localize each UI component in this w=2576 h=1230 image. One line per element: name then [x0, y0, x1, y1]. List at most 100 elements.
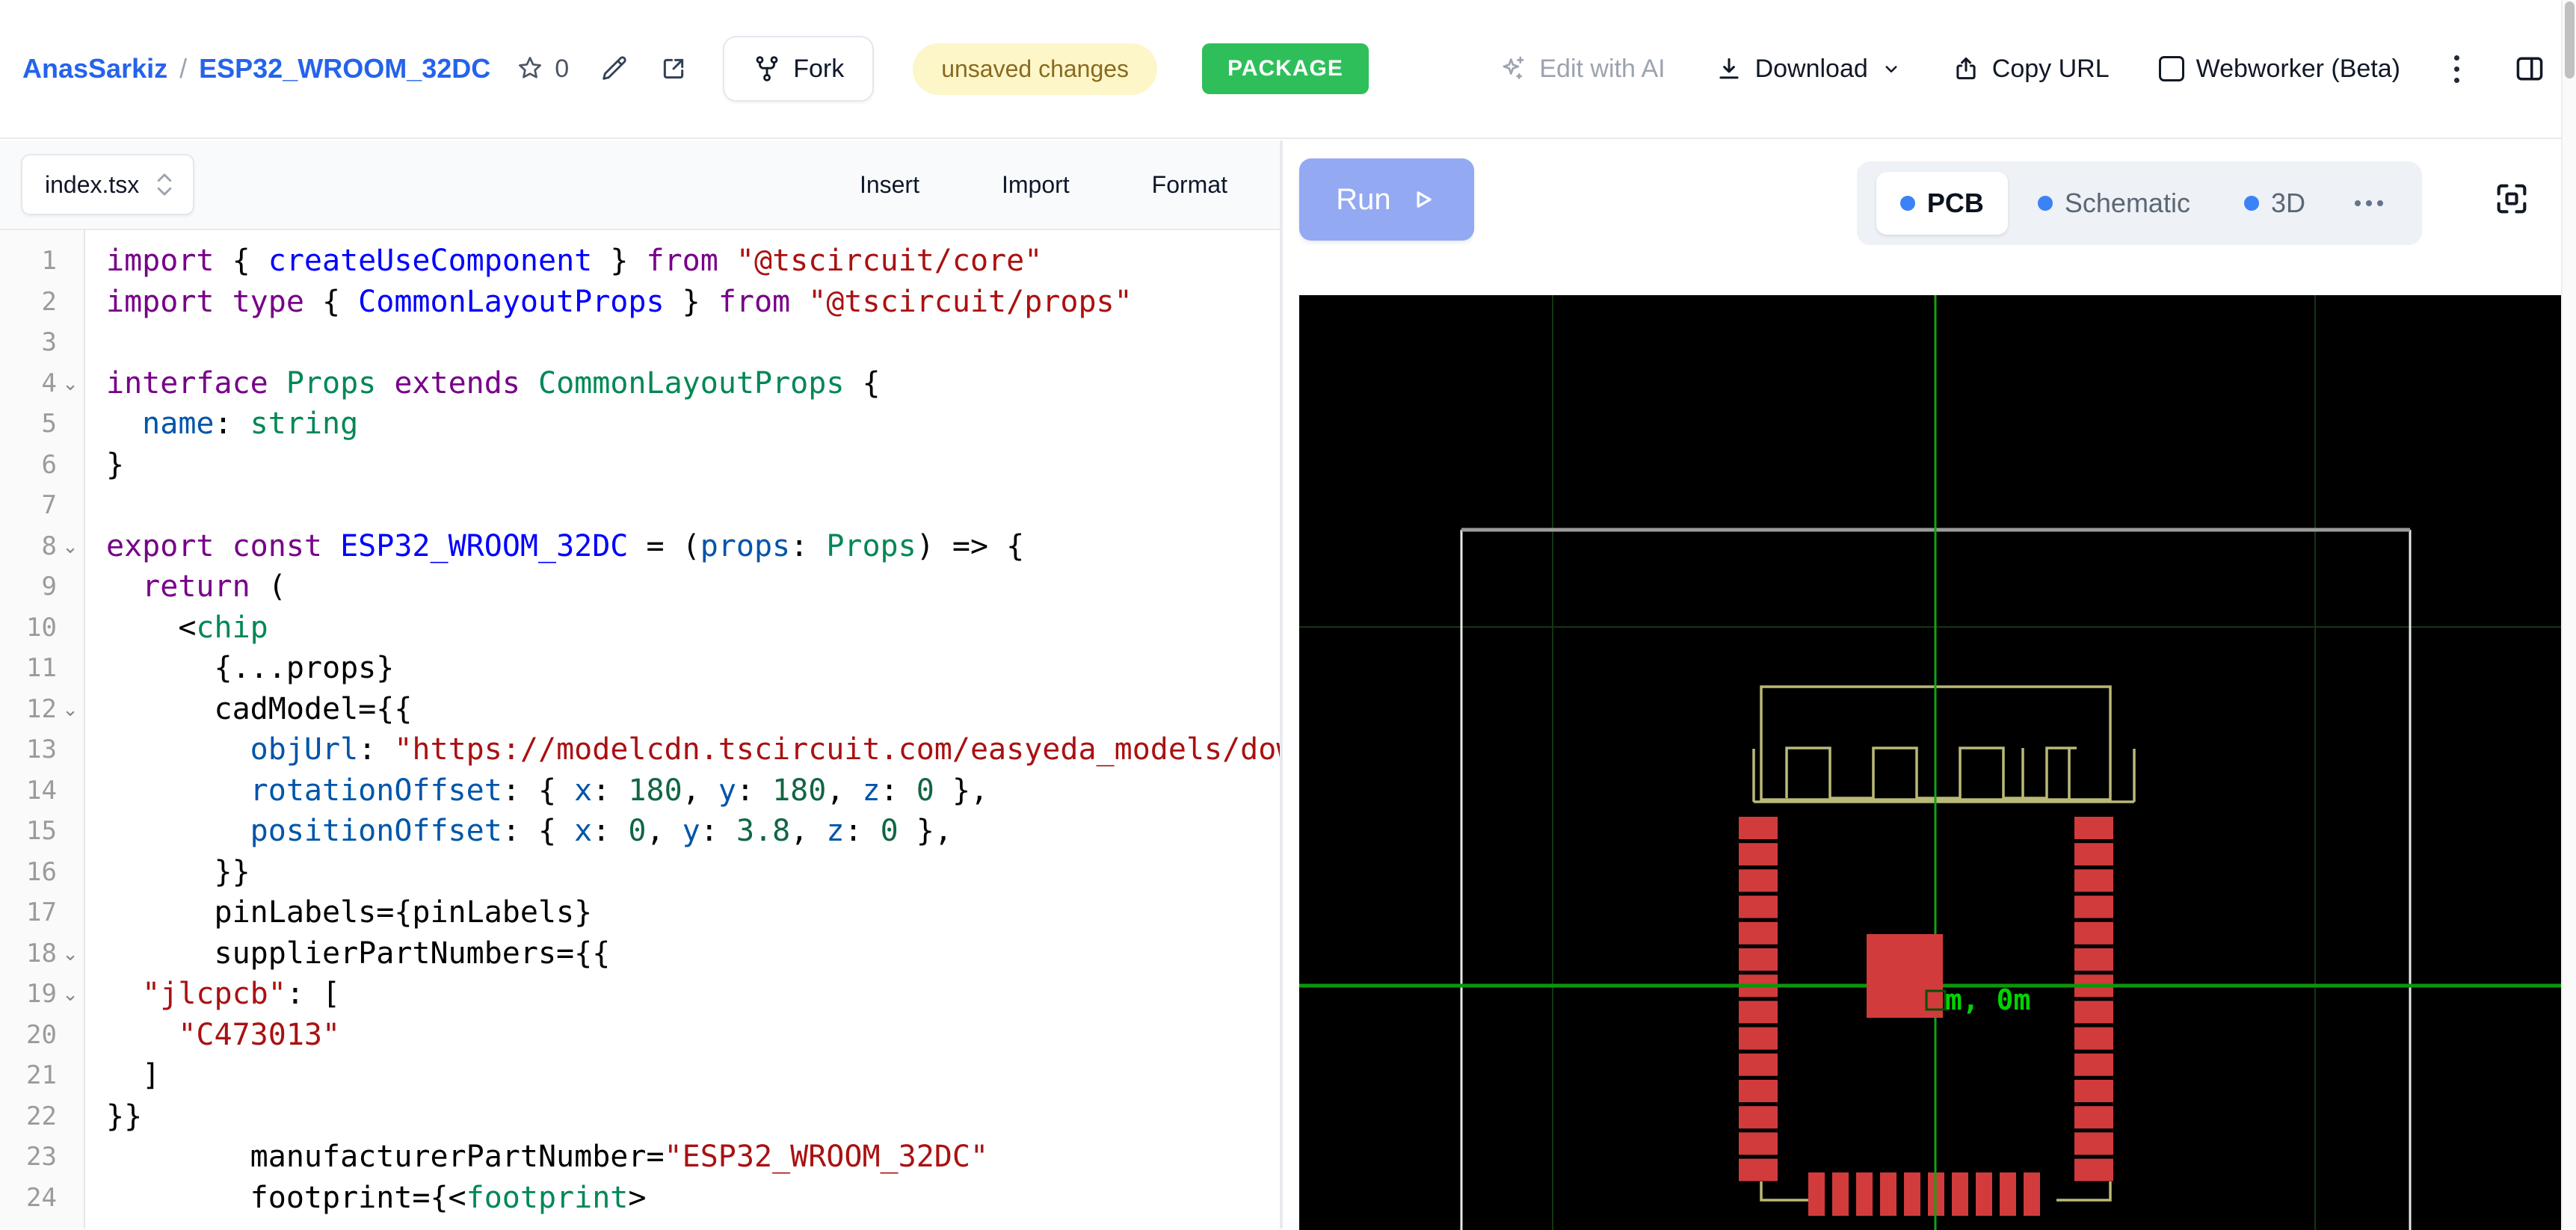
code-line[interactable]: 20 "C473013" — [0, 1015, 1280, 1056]
file-selector[interactable]: index.tsx — [21, 154, 194, 215]
line-number-gutter: 11 — [0, 648, 84, 689]
preview-panel: Run PCB Schematic 3D m, 0m — [1283, 140, 2561, 1229]
code-line[interactable]: 24 footprint={<footprint> — [0, 1178, 1280, 1219]
run-button[interactable]: Run — [1299, 158, 1474, 241]
pcb-canvas[interactable]: m, 0m — [1299, 295, 2561, 1230]
code-line[interactable]: 16 }} — [0, 852, 1280, 893]
line-number-gutter: 14 — [0, 770, 84, 812]
open-share-button[interactable] — [659, 54, 688, 84]
code-line[interactable]: 14 rotationOffset: { x: 180, y: 180, z: … — [0, 770, 1280, 812]
breadcrumb: AnasSarkiz / ESP32_WROOM_32DC — [22, 53, 490, 84]
pcb-pad-right — [2074, 948, 2113, 971]
code-editor-panel: index.tsx Insert Import Format 1import {… — [0, 140, 1280, 1229]
pcb-pad-right — [2074, 896, 2113, 918]
code-line[interactable]: 17 pinLabels={pinLabels} — [0, 892, 1280, 933]
pcb-pad-right — [2074, 1132, 2113, 1155]
edit-with-ai-button[interactable]: Edit with AI — [1497, 54, 1665, 84]
pcb-pad-left — [1739, 1054, 1778, 1076]
download-button[interactable]: Download — [1715, 55, 1902, 84]
code-line[interactable]: 12⌄ cadModel={{ — [0, 689, 1280, 730]
code-line[interactable]: 3 — [0, 322, 1280, 363]
pcb-pad-right — [2074, 843, 2113, 865]
code-line[interactable]: 7 — [0, 485, 1280, 526]
pcb-pad-left — [1739, 843, 1778, 865]
code-lines[interactable]: 1import { createUseComponent } from "@ts… — [0, 230, 1280, 1229]
fork-button[interactable]: Fork — [723, 36, 874, 102]
code-line[interactable]: 4⌄interface Props extends CommonLayoutPr… — [0, 363, 1280, 404]
code-line[interactable]: 2import type { CommonLayoutProps } from … — [0, 282, 1280, 323]
schematic-status-dot — [2038, 196, 2053, 211]
pcb-pad-right — [2074, 1054, 2113, 1076]
scrollbar-thumb[interactable] — [2565, 1, 2575, 78]
code-line[interactable]: 5 name: string — [0, 404, 1280, 445]
toggle-panel-button[interactable] — [2513, 52, 2546, 85]
line-number-gutter: 23 — [0, 1137, 84, 1178]
star-button[interactable]: 0 — [516, 55, 569, 84]
breadcrumb-owner-link[interactable]: AnasSarkiz — [22, 53, 167, 84]
fold-chevron-icon[interactable]: ⌄ — [57, 939, 84, 968]
line-number-gutter: 21 — [0, 1055, 84, 1096]
window-scrollbar[interactable] — [2561, 0, 2576, 1229]
pcb-pad-right — [2074, 1027, 2113, 1050]
pcb-pad-bottom — [1880, 1172, 1896, 1216]
code-line[interactable]: 19⌄ "jlcpcb": [ — [0, 974, 1280, 1015]
pcb-pad-right — [2074, 1106, 2113, 1128]
code-line[interactable]: 13 objUrl: "https://modelcdn.tscircuit.c… — [0, 729, 1280, 770]
code-line[interactable]: 18⌄ supplierPartNumbers={{ — [0, 933, 1280, 974]
fold-chevron-icon[interactable]: ⌄ — [57, 368, 84, 398]
code-line[interactable]: 6} — [0, 445, 1280, 486]
fork-icon — [753, 55, 781, 83]
line-number-gutter: 16 — [0, 852, 84, 893]
fullscreen-button[interactable] — [2492, 179, 2531, 220]
menu-import[interactable]: Import — [1002, 171, 1070, 199]
pcb-background — [1299, 295, 2561, 1230]
code-line[interactable]: 10 <chip — [0, 608, 1280, 649]
pcb-pad-left — [1739, 1027, 1778, 1050]
pcb-status-dot — [1900, 196, 1915, 211]
line-number-gutter: 4⌄ — [0, 363, 84, 404]
code-line[interactable]: 15 positionOffset: { x: 0, y: 3.8, z: 0 … — [0, 811, 1280, 852]
code-line[interactable]: 23 manufacturerPartNumber="ESP32_WROOM_3… — [0, 1137, 1280, 1178]
edit-title-button[interactable] — [599, 54, 629, 84]
code-line[interactable]: 22}} — [0, 1096, 1280, 1137]
pcb-pad-right — [2074, 817, 2113, 839]
webworker-toggle[interactable]: Webworker (Beta) — [2159, 55, 2400, 84]
more-options-button[interactable] — [2450, 51, 2464, 87]
fold-chevron-icon[interactable]: ⌄ — [57, 531, 84, 561]
line-number-gutter: 13 — [0, 729, 84, 770]
pcb-pad-bottom — [1976, 1172, 1992, 1216]
tabs-more-button[interactable] — [2335, 200, 2403, 206]
tab-pcb[interactable]: PCB — [1876, 172, 2008, 235]
unsaved-changes-badge: unsaved changes — [913, 43, 1157, 95]
tab-schematic[interactable]: Schematic — [2014, 172, 2214, 235]
tab-3d[interactable]: 3D — [2220, 172, 2329, 235]
line-number-gutter: 3 — [0, 322, 84, 363]
pcb-pad-right — [2074, 869, 2113, 891]
menu-format[interactable]: Format — [1152, 171, 1227, 199]
pcb-center-pad — [1867, 934, 1943, 1018]
code-line[interactable]: 21 ] — [0, 1055, 1280, 1096]
copy-url-button[interactable]: Copy URL — [1952, 55, 2110, 84]
fork-label: Fork — [793, 55, 844, 84]
code-line[interactable]: 1import { createUseComponent } from "@ts… — [0, 241, 1280, 282]
line-number-gutter: 9 — [0, 566, 84, 608]
fold-chevron-icon[interactable]: ⌄ — [57, 694, 84, 724]
line-number-gutter: 10 — [0, 608, 84, 649]
pcb-pad-right — [2074, 1001, 2113, 1023]
tab-schematic-label: Schematic — [2065, 188, 2190, 219]
breadcrumb-project-link[interactable]: ESP32_WROOM_32DC — [199, 53, 490, 84]
pcb-pad-left — [1739, 869, 1778, 891]
star-count: 0 — [555, 55, 569, 84]
line-number-gutter: 19⌄ — [0, 974, 84, 1015]
menu-insert[interactable]: Insert — [860, 171, 919, 199]
pcb-pad-right — [2074, 1159, 2113, 1181]
pcb-pad-left — [1739, 1106, 1778, 1128]
webworker-checkbox[interactable] — [2159, 56, 2184, 81]
code-line[interactable]: 11 {...props} — [0, 648, 1280, 689]
code-line[interactable]: 9 return ( — [0, 566, 1280, 608]
play-icon — [1408, 185, 1438, 214]
code-line[interactable]: 8⌄export const ESP32_WROOM_32DC = (props… — [0, 526, 1280, 567]
copy-url-label: Copy URL — [1992, 55, 2110, 84]
star-icon — [516, 55, 544, 83]
fold-chevron-icon[interactable]: ⌄ — [57, 979, 84, 1009]
